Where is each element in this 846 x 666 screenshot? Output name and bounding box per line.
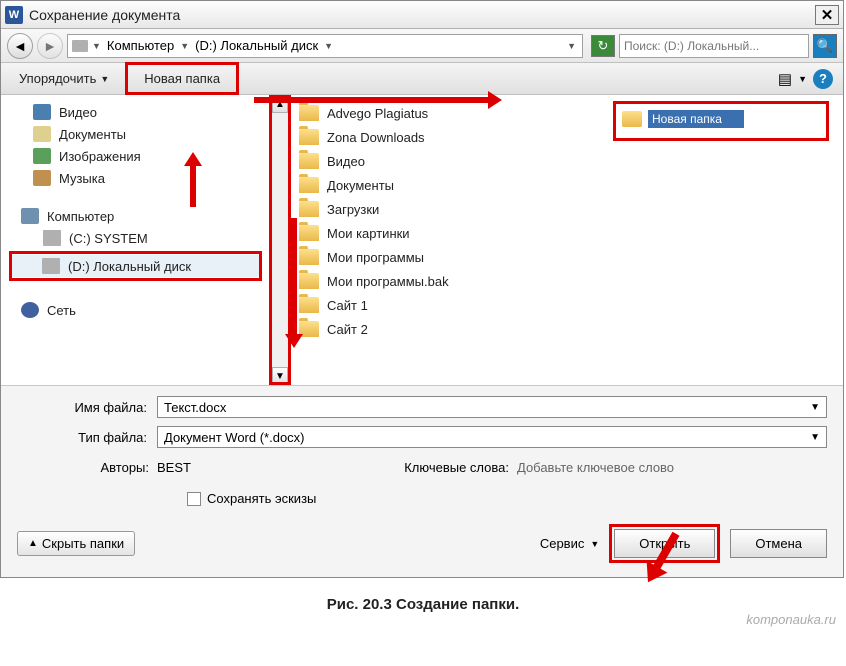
search-input[interactable]: Поиск: (D:) Локальный... [619, 34, 809, 58]
figure-caption: Рис. 20.3 Создание папки. [0, 578, 846, 621]
hide-folders-button[interactable]: ▲Скрыть папки [17, 531, 135, 556]
chevron-up-icon: ▲ [28, 538, 38, 549]
bottom-panel: Имя файла: Текст.docx▼ Тип файла: Докуме… [1, 385, 843, 577]
service-button[interactable]: Сервис▼ [540, 536, 599, 551]
scroll-down-icon[interactable]: ▼ [272, 367, 288, 385]
folder-icon [299, 153, 319, 169]
folder-icon [299, 129, 319, 145]
chevron-down-icon[interactable]: ▼ [810, 402, 820, 413]
window-title: Сохранение документа [29, 7, 815, 23]
watermark: komponauka.ru [746, 612, 836, 627]
documents-icon [33, 126, 51, 142]
folder-icon [299, 177, 319, 193]
titlebar: W Сохранение документа ✕ [1, 1, 843, 29]
folder-icon [622, 111, 642, 127]
back-button[interactable]: ◄ [7, 33, 33, 59]
folder-item[interactable]: Мои программы [299, 245, 603, 269]
navbar: ◄ ► ▼ Компьютер ▼ (D:) Локальный диск ▼ … [1, 29, 843, 63]
network-icon [21, 302, 39, 318]
folder-icon [299, 321, 319, 337]
filetype-label: Тип файла: [17, 430, 157, 445]
drive-icon [42, 258, 60, 274]
sidebar: Видео Документы Изображения Музыка Компь… [1, 95, 271, 385]
save-dialog: W Сохранение документа ✕ ◄ ► ▼ Компьютер… [0, 0, 844, 578]
folder-icon [299, 225, 319, 241]
new-folder-editing [613, 101, 829, 141]
folder-item[interactable]: Сайт 1 [299, 293, 603, 317]
folder-item[interactable]: Advego Plagiatus [299, 101, 603, 125]
keywords-value[interactable]: Добавьте ключевое слово [517, 460, 674, 475]
folder-item[interactable]: Загрузки [299, 197, 603, 221]
folder-item[interactable]: Сайт 2 [299, 317, 603, 341]
folder-icon [299, 297, 319, 313]
computer-icon [21, 208, 39, 224]
sidebar-item-drive-c[interactable]: (C:) SYSTEM [1, 227, 270, 249]
chevron-down-icon[interactable]: ▼ [90, 41, 103, 51]
folder-item[interactable]: Мои программы.bak [299, 269, 603, 293]
sidebar-item-computer[interactable]: Компьютер [1, 205, 270, 227]
folder-icon [299, 273, 319, 289]
chevron-down-icon[interactable]: ▼ [565, 41, 578, 51]
new-folder-button[interactable]: Новая папка [136, 67, 228, 90]
address-bar[interactable]: ▼ Компьютер ▼ (D:) Локальный диск ▼ ▼ [67, 34, 583, 58]
video-icon [33, 104, 51, 120]
music-icon [33, 170, 51, 186]
save-thumbnails-label: Сохранять эскизы [207, 491, 316, 506]
path-seg-drive[interactable]: (D:) Локальный диск [193, 38, 320, 53]
save-thumbnails-checkbox[interactable] [187, 492, 201, 506]
folder-item[interactable]: Мои картинки [299, 221, 603, 245]
search-button[interactable]: 🔍 [813, 34, 837, 58]
new-folder-name-input[interactable] [648, 110, 744, 128]
chevron-down-icon[interactable]: ▼ [322, 41, 335, 51]
keywords-label: Ключевые слова: [357, 460, 517, 475]
help-button[interactable]: ? [813, 69, 833, 89]
word-icon: W [5, 6, 23, 24]
path-seg-computer[interactable]: Компьютер [105, 38, 176, 53]
sidebar-item-drive-d[interactable]: (D:) Локальный диск [12, 255, 259, 277]
close-button[interactable]: ✕ [815, 5, 839, 25]
filetype-select[interactable]: Документ Word (*.docx)▼ [157, 426, 827, 448]
drive-icon [72, 40, 88, 52]
refresh-button[interactable]: ↻ [591, 35, 615, 57]
chevron-down-icon[interactable]: ▼ [798, 74, 807, 84]
chevron-down-icon[interactable]: ▼ [810, 432, 820, 443]
authors-value[interactable]: BEST [157, 460, 357, 475]
folder-item[interactable]: Zona Downloads [299, 125, 603, 149]
folder-item[interactable]: Видео [299, 149, 603, 173]
chevron-down-icon[interactable]: ▼ [178, 41, 191, 51]
sidebar-item-documents[interactable]: Документы [1, 123, 270, 145]
folder-icon [299, 201, 319, 217]
authors-label: Авторы: [17, 460, 157, 475]
toolbar: Упорядочить▼ Новая папка ▤ ▼ ? [1, 63, 843, 95]
folder-item[interactable]: Документы [299, 173, 603, 197]
open-button[interactable]: Открыть [614, 529, 715, 558]
sidebar-scrollbar[interactable]: ▲ ▼ [271, 95, 289, 385]
drive-icon [43, 230, 61, 246]
folder-icon [299, 105, 319, 121]
sidebar-item-images[interactable]: Изображения [1, 145, 270, 167]
file-list: Advego Plagiatus Zona Downloads Видео До… [289, 95, 613, 385]
sidebar-item-music[interactable]: Музыка [1, 167, 270, 189]
images-icon [33, 148, 51, 164]
sidebar-item-video[interactable]: Видео [1, 101, 270, 123]
filename-label: Имя файла: [17, 400, 157, 415]
folder-icon [299, 249, 319, 265]
forward-button[interactable]: ► [37, 33, 63, 59]
cancel-button[interactable]: Отмена [730, 529, 827, 558]
scroll-up-icon[interactable]: ▲ [272, 95, 288, 113]
sidebar-item-network[interactable]: Сеть [1, 299, 270, 321]
organize-button[interactable]: Упорядочить▼ [11, 67, 117, 90]
view-mode-icon[interactable]: ▤ [778, 70, 792, 88]
filename-input[interactable]: Текст.docx▼ [157, 396, 827, 418]
